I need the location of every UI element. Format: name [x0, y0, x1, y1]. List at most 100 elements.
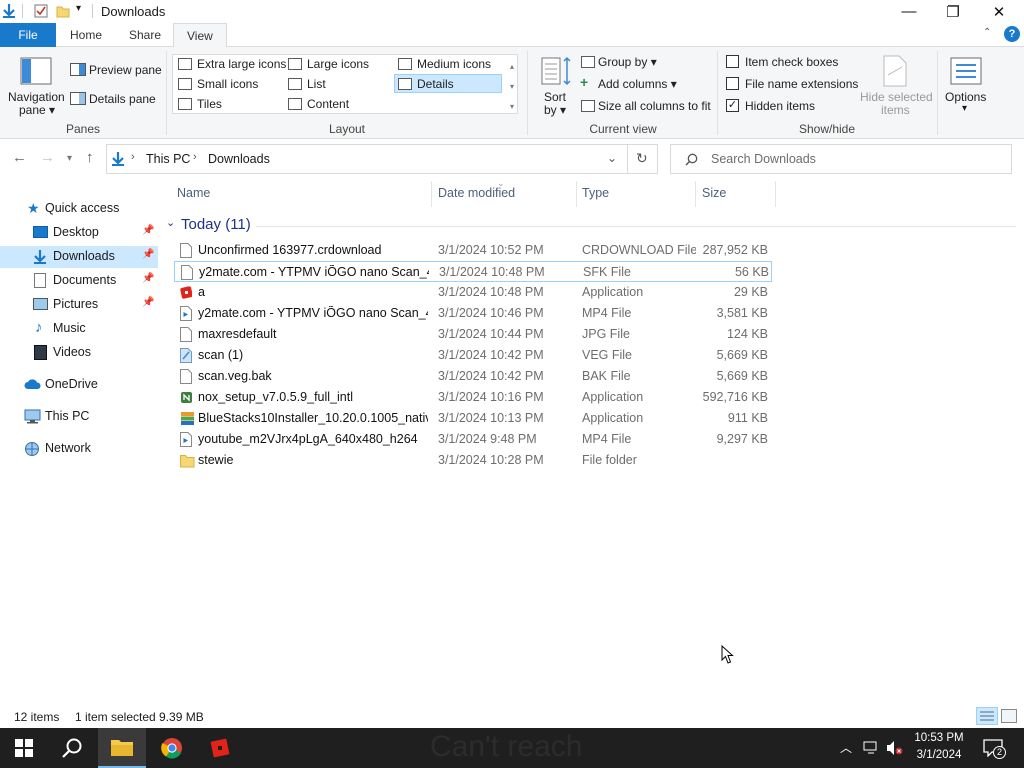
tab-share[interactable]: Share [116, 23, 174, 47]
size-all-columns-button[interactable]: Size all columns to fit [598, 99, 711, 113]
show-hidden-icons-chevron-icon[interactable]: ︿ [840, 739, 852, 756]
search-taskbar-button[interactable] [48, 728, 96, 768]
breadcrumb-this-pc[interactable]: This PC [146, 152, 190, 166]
address-history-chevron-icon[interactable]: ⌄ [607, 151, 617, 165]
pin-icon[interactable]: 📌 [142, 225, 154, 236]
help-icon[interactable]: ? [1004, 26, 1020, 42]
file-explorer-taskbar-button[interactable] [98, 728, 146, 768]
qa-separator [22, 4, 23, 18]
new-folder-icon[interactable] [56, 4, 70, 18]
pin-icon[interactable]: 📌 [142, 273, 154, 284]
layout-details[interactable]: Details [417, 77, 454, 91]
layout-scroll-arrows-icon[interactable]: ▴ ▾ ▾ [507, 57, 517, 117]
options-button[interactable]: Options [945, 90, 986, 104]
nav-downloads[interactable]: Downloads 📌 [0, 246, 158, 268]
tab-view[interactable]: View [173, 23, 227, 48]
customize-quick-access-chevron-icon[interactable]: ▾ [76, 3, 81, 14]
volume-muted-icon[interactable] [886, 740, 904, 756]
nav-videos[interactable]: Videos [0, 342, 158, 364]
file-row[interactable]: nox_setup_v7.0.5.9_full_intl 3/1/2024 10… [174, 387, 772, 408]
layout-small-icons[interactable]: Small icons [197, 77, 258, 91]
nav-music[interactable]: ♪ Music [0, 318, 158, 340]
notification-center-button[interactable]: 2 [980, 737, 1006, 759]
up-arrow-icon[interactable]: ↑ [86, 149, 94, 166]
address-bar[interactable]: › This PC › Downloads ⌄ [106, 144, 658, 174]
network-status-icon[interactable] [863, 741, 879, 755]
file-name-extensions-checkbox[interactable] [726, 77, 739, 90]
blank-file-icon [180, 327, 192, 342]
file-row-selected[interactable]: y2mate.com - YTPMV iÕGO nano Scan_4... 3… [174, 261, 772, 282]
close-button[interactable]: ✕ [976, 0, 1022, 23]
group-by-button[interactable]: Group by ▾ [598, 55, 657, 69]
group-header-today[interactable]: Today (11) [181, 216, 251, 233]
column-header-name[interactable]: Name [177, 186, 210, 200]
search-input[interactable]: Search Downloads [670, 144, 1012, 174]
layout-list[interactable]: List [307, 77, 326, 91]
back-arrow-icon[interactable]: ← [12, 149, 27, 166]
pin-icon[interactable]: 📌 [142, 297, 154, 308]
file-row[interactable]: youtube_m2VJrx4pLgA_640x480_h264 3/1/202… [174, 429, 772, 450]
refresh-button[interactable]: ↻ [627, 144, 658, 174]
nav-onedrive[interactable]: OneDrive [0, 374, 158, 396]
nav-videos-label: Videos [53, 345, 91, 359]
column-header-size[interactable]: Size [702, 186, 726, 200]
forward-arrow-icon[interactable]: → [40, 149, 55, 166]
file-row[interactable]: stewie 3/1/2024 10:28 PM File folder [174, 450, 772, 471]
file-row[interactable]: scan (1) 3/1/2024 10:42 PM VEG File 5,66… [174, 345, 772, 366]
watermark-text: Can't reach [430, 730, 583, 763]
file-row[interactable]: Unconfirmed 163977.crdownload 3/1/2024 1… [174, 240, 772, 261]
file-row[interactable]: a 3/1/2024 10:48 PM Application 29 KB [174, 282, 772, 303]
hidden-items-checkbox[interactable]: ✓ [726, 99, 739, 112]
breadcrumb-chevron-icon[interactable]: › [193, 151, 197, 163]
item-check-boxes-checkbox[interactable] [726, 55, 739, 68]
file-size: 287,952 KB [702, 243, 768, 257]
layout-extra-large-icons[interactable]: Extra large icons [197, 57, 286, 71]
clock-date[interactable]: 3/1/2024 [911, 749, 967, 761]
layout-medium-icons[interactable]: Medium icons [417, 57, 491, 71]
minimize-ribbon-chevron-icon[interactable]: ⌃ [983, 27, 991, 38]
tab-home[interactable]: Home [57, 23, 115, 47]
nav-this-pc[interactable]: This PC [0, 406, 158, 428]
nav-documents[interactable]: Documents 📌 [0, 270, 158, 292]
start-button[interactable] [0, 728, 48, 768]
layout-content[interactable]: Content [307, 97, 349, 111]
add-columns-button[interactable]: Add columns ▾ [598, 77, 677, 91]
file-row[interactable]: y2mate.com - YTPMV iÕGO nano Scan_4... 3… [174, 303, 772, 324]
chrome-taskbar-button[interactable] [148, 728, 196, 768]
recent-locations-chevron-icon[interactable]: ▾ [67, 153, 72, 164]
veg-file-icon [180, 348, 192, 363]
maximize-button[interactable]: ❐ [930, 0, 976, 23]
column-header-date-modified[interactable]: Date modified [438, 186, 515, 200]
pin-icon[interactable]: 📌 [142, 249, 154, 260]
minimize-button[interactable]: — [886, 0, 932, 23]
layout-large-icons[interactable]: Large icons [307, 57, 369, 71]
group-collapse-chevron-icon[interactable]: ⌄ [166, 216, 175, 229]
details-pane-button[interactable]: Details pane [89, 92, 156, 106]
hide-selected-items-button[interactable]: Hide selected [860, 90, 933, 104]
properties-icon[interactable] [34, 4, 48, 18]
column-separator[interactable] [576, 181, 577, 207]
nav-desktop[interactable]: Desktop 📌 [0, 222, 158, 244]
layout-tiles[interactable]: Tiles [197, 97, 222, 111]
column-separator[interactable] [775, 181, 776, 207]
details-view-button[interactable] [976, 707, 998, 725]
file-row[interactable]: scan.veg.bak 3/1/2024 10:42 PM BAK File … [174, 366, 772, 387]
nav-pictures[interactable]: Pictures 📌 [0, 294, 158, 316]
navigation-pane-button[interactable]: Navigation [8, 90, 65, 104]
preview-pane-button[interactable]: Preview pane [89, 63, 162, 77]
column-separator[interactable] [431, 181, 432, 207]
clock-time[interactable]: 10:53 PM [911, 732, 967, 744]
nav-network[interactable]: Network [0, 438, 158, 460]
tab-file[interactable]: File [0, 23, 56, 47]
roblox-taskbar-button[interactable] [196, 728, 244, 768]
file-row[interactable]: BlueStacks10Installer_10.20.0.1005_nativ… [174, 408, 772, 429]
breadcrumb-chevron-icon[interactable]: › [131, 151, 135, 163]
options-dropdown-icon[interactable]: ▾ [962, 103, 967, 114]
nav-quick-access[interactable]: ★ Quick access [0, 198, 158, 220]
column-header-type[interactable]: Type [582, 186, 609, 200]
large-icons-view-icon[interactable] [1001, 709, 1017, 723]
column-separator[interactable] [695, 181, 696, 207]
file-row[interactable]: maxresdefault 3/1/2024 10:44 PM JPG File… [174, 324, 772, 345]
sort-by-button[interactable]: Sort [544, 90, 566, 104]
breadcrumb-downloads[interactable]: Downloads [208, 152, 270, 166]
